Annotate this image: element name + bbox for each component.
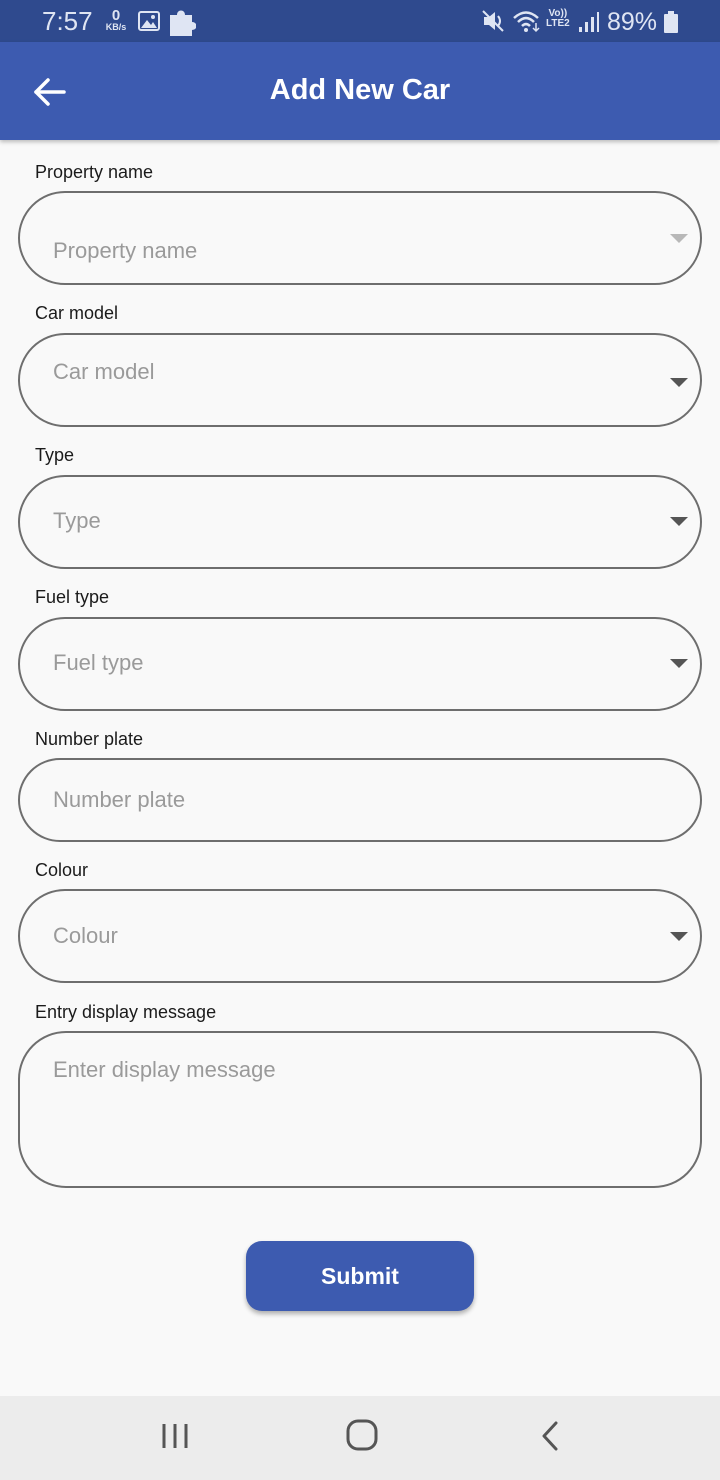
net-speed: 0 KB/s [102, 8, 130, 32]
chevron-down-icon [670, 378, 688, 387]
chevron-down-icon [670, 932, 688, 941]
back-icon[interactable] [536, 1420, 564, 1452]
lte-bottom: LTE2 [546, 18, 570, 29]
fuel-type-placeholder: Fuel type [53, 650, 144, 675]
home-icon[interactable] [345, 1418, 379, 1452]
battery-icon [664, 11, 678, 33]
app-bar: Add New Car [0, 42, 720, 140]
puzzle-icon [170, 10, 196, 36]
recents-icon[interactable] [160, 1421, 190, 1451]
gallery-icon [138, 11, 160, 31]
page-title: Add New Car [269, 74, 451, 106]
type-dropdown[interactable]: Type [18, 475, 702, 569]
wifi-icon [513, 11, 540, 33]
net-speed-unit: KB/s [105, 22, 127, 32]
fuel-type-dropdown[interactable]: Fuel type [18, 617, 702, 711]
status-time: 7:57 [42, 6, 93, 36]
colour-placeholder: Colour [53, 923, 118, 948]
car-model-dropdown[interactable]: Car model [18, 333, 702, 427]
car-model-placeholder: Car model [53, 359, 155, 384]
fuel-type-label: Fuel type [35, 587, 110, 607]
battery-percent: 89% [607, 8, 658, 36]
property-name-dropdown[interactable]: Property name [18, 191, 702, 285]
system-nav-bar [0, 1396, 720, 1480]
number-plate-input[interactable]: Number plate [18, 758, 702, 842]
signal-icon [579, 12, 599, 32]
mute-icon [482, 10, 504, 32]
entry-display-message-placeholder: Enter display message [53, 1057, 276, 1082]
car-model-label: Car model [35, 303, 119, 323]
property-name-placeholder: Property name [53, 238, 198, 263]
chevron-down-icon [670, 517, 688, 526]
chevron-down-icon [670, 234, 688, 243]
number-plate-placeholder: Number plate [53, 787, 186, 812]
entry-display-message-textarea[interactable]: Enter display message [18, 1031, 702, 1188]
submit-button[interactable]: Submit [246, 1241, 474, 1311]
number-plate-label: Number plate [35, 729, 144, 749]
property-name-label: Property name [35, 162, 154, 182]
colour-dropdown[interactable]: Colour [18, 889, 702, 983]
lte-indicator: Vo)) LTE2 [546, 9, 570, 29]
type-label: Type [35, 445, 75, 465]
chevron-down-icon [670, 659, 688, 668]
type-placeholder: Type [53, 508, 101, 533]
status-bar: 7:57 0 KB/s Vo)) LTE2 89% [0, 0, 720, 42]
entry-display-message-label: Entry display message [35, 1002, 217, 1022]
colour-label: Colour [35, 860, 89, 880]
net-speed-value: 0 [111, 7, 121, 24]
